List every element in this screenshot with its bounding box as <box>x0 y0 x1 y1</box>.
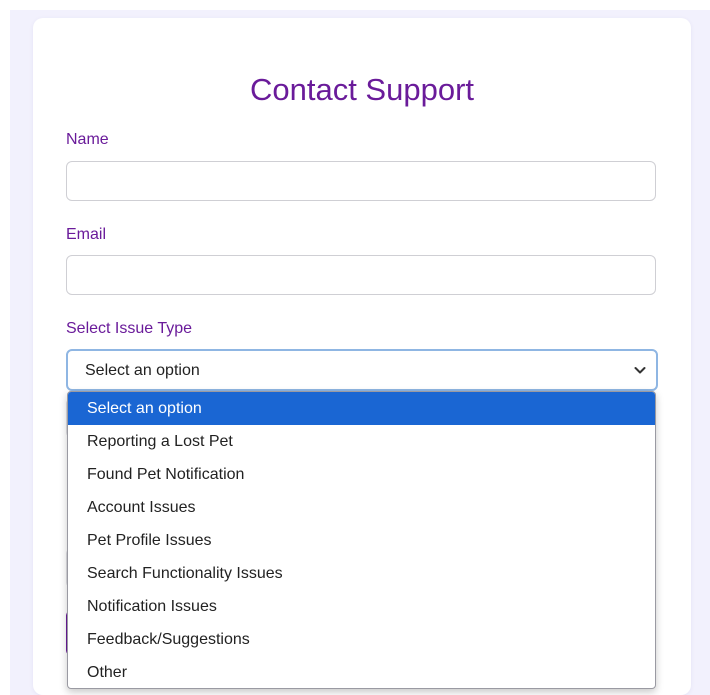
dropdown-option[interactable]: Found Pet Notification <box>68 458 655 491</box>
page-title: Contact Support <box>249 72 475 107</box>
dropdown-option[interactable]: Search Functionality Issues <box>68 557 655 590</box>
issue-type-selected-value: Select an option <box>85 362 200 379</box>
email-label: Email <box>66 226 107 243</box>
name-label: Name <box>66 131 109 148</box>
issue-type-dropdown-list: Select an option Reporting a Lost Pet Foun… <box>67 391 656 689</box>
issue-type-label: Select Issue Type <box>66 320 192 337</box>
dropdown-option[interactable]: Notification Issues <box>68 590 655 623</box>
dropdown-option[interactable]: Select an option <box>68 392 655 425</box>
chevron-down-icon <box>634 367 646 374</box>
name-field[interactable] <box>66 161 656 201</box>
dropdown-option[interactable]: Feedback/Suggestions <box>68 623 655 656</box>
issue-type-select[interactable]: Select an option <box>66 349 658 391</box>
dropdown-option[interactable]: Pet Profile Issues <box>68 524 655 557</box>
dropdown-option[interactable]: Other <box>68 656 655 688</box>
email-field[interactable] <box>66 255 656 295</box>
dropdown-option[interactable]: Account Issues <box>68 491 655 524</box>
dropdown-option[interactable]: Reporting a Lost Pet <box>68 425 655 458</box>
